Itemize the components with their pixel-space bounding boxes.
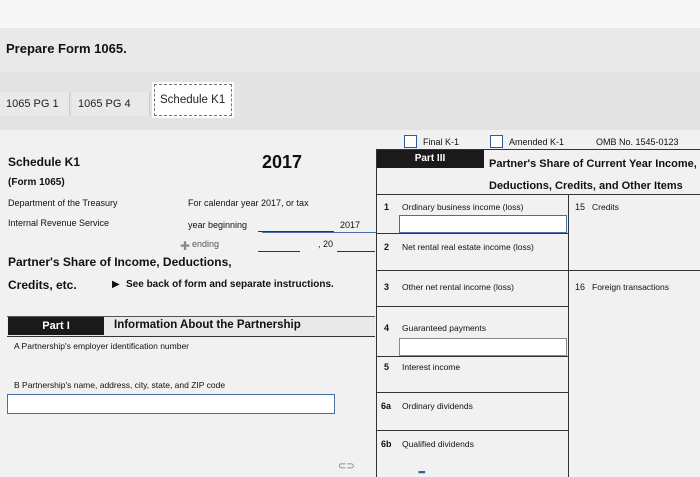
title-bar: Prepare Form 1065. [0, 28, 700, 72]
schedule-k1-form: Schedule K1 (Form 1065) Department of th… [0, 130, 700, 477]
dept-label: Department of the Treasury [8, 198, 118, 208]
see-back-label: See back of form and separate instructio… [126, 279, 334, 290]
line-a-label: A Partnership's employer identification … [14, 341, 190, 351]
row-6a-label: Ordinary dividends [402, 401, 473, 411]
page-title: Prepare Form 1065. [6, 41, 127, 56]
right-left-border [376, 149, 377, 477]
ending-line [258, 251, 300, 252]
calendar-year-label: For calendar year 2017, or tax [188, 198, 309, 208]
row-3-num: 3 [384, 282, 390, 292]
title-line2: Credits, etc. [8, 278, 77, 292]
final-k1-checkbox[interactable] [404, 135, 417, 148]
row-2-label: Net rental real estate income (loss) [402, 242, 534, 252]
year-small-label: 2017 [340, 220, 361, 230]
schedule-label: Schedule K1 [8, 155, 81, 169]
row-4-rule [376, 356, 568, 357]
amended-k1-checkbox[interactable] [490, 135, 503, 148]
row-3-label: Other net rental income (loss) [402, 282, 514, 292]
part3-title2: Deductions, Credits, and Other Items [489, 180, 683, 192]
ending-year-line [337, 251, 375, 252]
line-b-label: B Partnership's name, address, city, sta… [14, 380, 226, 390]
year-beginning-input[interactable] [262, 232, 376, 233]
row-1-num: 1 [384, 202, 390, 212]
row-1-label: Ordinary business income (loss) [402, 202, 524, 212]
ending-label: ending [192, 239, 220, 249]
plus-icon: ✚ [180, 239, 191, 253]
title-line1: Partner's Share of Income, Deductions, [8, 255, 232, 269]
form-label: (Form 1065) [8, 177, 65, 188]
row-5-label: Interest income [402, 362, 461, 372]
tab-bar: 1065 PG 1 1065 PG 4 Schedule K1 [0, 72, 700, 130]
box-16-label: Foreign transactions [592, 282, 670, 292]
row-4-num: 4 [384, 323, 390, 333]
box-15-num: 15 [575, 202, 586, 212]
guaranteed-payments-input[interactable] [399, 338, 567, 356]
part3-rule [376, 194, 700, 195]
row-1-rule [376, 233, 568, 234]
row-2-num: 2 [384, 242, 390, 252]
row-3-rule [376, 306, 568, 307]
year-beginning-label: year beginning [188, 220, 248, 230]
link-icon: ⊂⊃ [338, 461, 355, 472]
tab-1065-pg4[interactable]: 1065 PG 4 [72, 92, 150, 116]
part1-badge: Part I [8, 317, 104, 335]
partnership-name-input[interactable] [7, 394, 335, 414]
row-6a-rule [376, 430, 568, 431]
part3-title1: Partner's Share of Current Year Income, [489, 158, 697, 170]
row-6a-num: 6a [381, 401, 392, 411]
omb-label: OMB No. 1545-0123 [596, 137, 679, 147]
row-6b-num: 6b [381, 439, 392, 449]
row-4-label: Guaranteed payments [402, 323, 487, 333]
part1-rule [7, 336, 375, 337]
ending-year-label: , 20 [318, 239, 334, 249]
box-15-label: Credits [592, 202, 619, 212]
row-2-rule [376, 270, 700, 271]
row-6b-label: Qualified dividends [402, 439, 474, 449]
row-5-num: 5 [384, 362, 390, 372]
more-dots-icon[interactable]: ▪▪▪ [418, 467, 426, 477]
form-year: 2017 [262, 152, 303, 172]
tab-schedule-k1[interactable]: Schedule K1 [152, 82, 234, 118]
row-5-rule [376, 392, 568, 393]
ordinary-business-income-input[interactable] [399, 215, 567, 233]
arrow-right-icon: ▶ [112, 279, 120, 290]
final-k1-label: Final K-1 [423, 137, 460, 147]
top-strip [0, 0, 700, 28]
amended-k1-label: Amended K-1 [509, 137, 565, 147]
center-divider [568, 194, 569, 477]
tab-1065-pg1[interactable]: 1065 PG 1 [0, 92, 70, 116]
box-16-num: 16 [575, 282, 586, 292]
part3-badge: Part III [376, 150, 484, 168]
part1-title: Information About the Partnership [114, 319, 301, 331]
irs-label: Internal Revenue Service [8, 218, 110, 228]
